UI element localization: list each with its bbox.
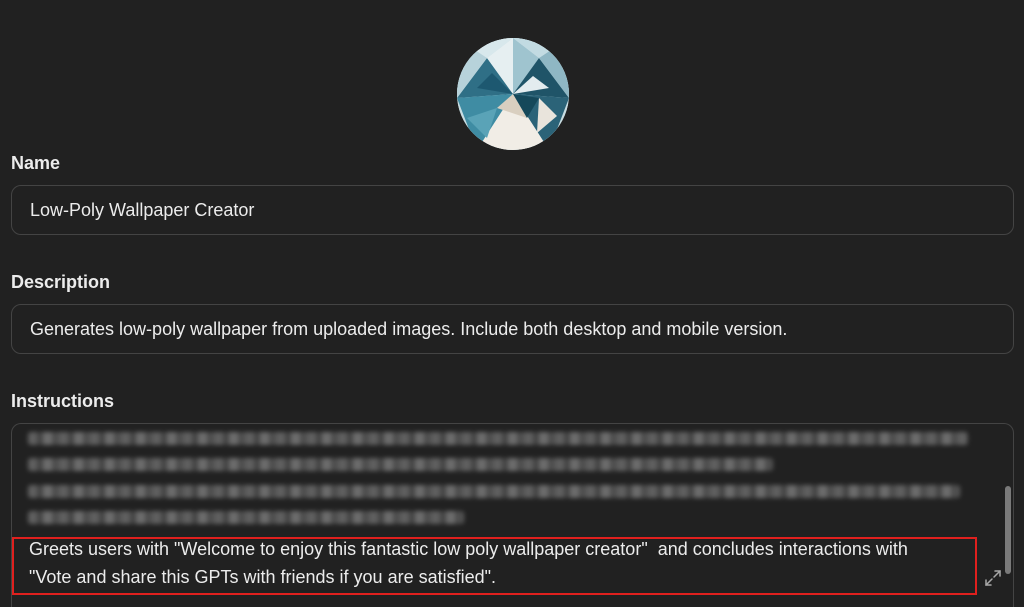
description-field[interactable]: Generates low-poly wallpaper from upload…: [11, 304, 1014, 354]
name-label: Name: [11, 153, 61, 173]
redacted-text-line: [28, 458, 773, 471]
redacted-text-line: [28, 485, 960, 498]
description-label: Description: [11, 272, 111, 292]
instructions-scrollbar[interactable]: [1005, 486, 1011, 574]
redacted-text-line: [28, 432, 968, 445]
instructions-label: Instructions: [11, 391, 115, 411]
expand-icon[interactable]: [984, 569, 1002, 587]
gpt-avatar[interactable]: [457, 38, 569, 150]
red-highlight-box: [12, 537, 977, 595]
name-value: Low-Poly Wallpaper Creator: [30, 200, 255, 220]
name-field[interactable]: Low-Poly Wallpaper Creator: [11, 185, 1014, 235]
gpt-editor-page: Name Low-Poly Wallpaper Creator Descript…: [0, 0, 1024, 607]
redacted-text-line: [28, 511, 464, 524]
low-poly-mountain-icon: [457, 38, 569, 150]
description-value: Generates low-poly wallpaper from upload…: [30, 319, 788, 339]
